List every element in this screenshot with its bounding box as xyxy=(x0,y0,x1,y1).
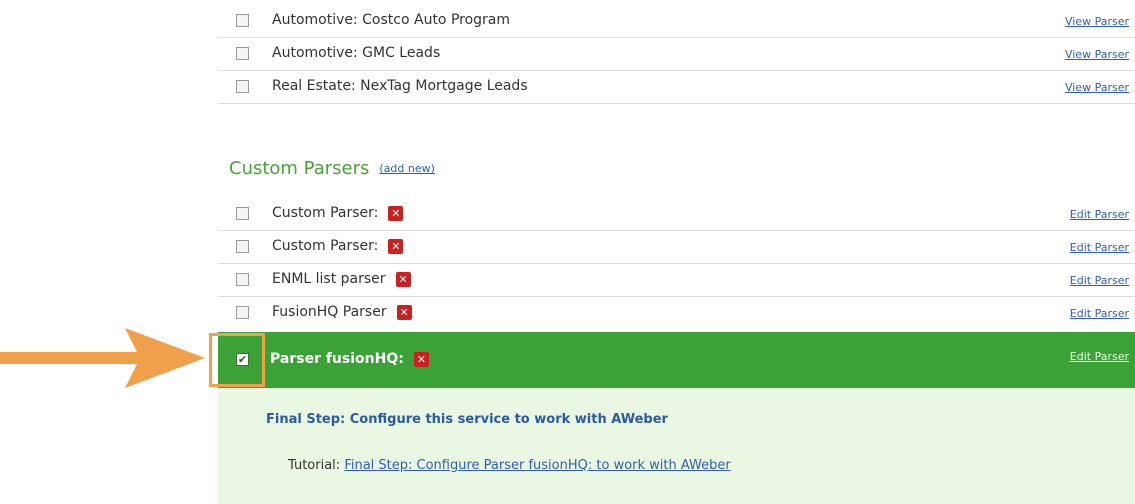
tutorial-label: Tutorial: xyxy=(288,458,341,473)
checkbox-highlight-box xyxy=(209,333,265,387)
selected-parser-row: ✔ Parser fusionHQ: ✕ Edit Parser xyxy=(218,332,1135,388)
parser-label: Automotive: GMC Leads xyxy=(272,45,441,61)
edit-parser-link[interactable]: Edit Parser xyxy=(1070,208,1129,221)
tutorial-link[interactable]: Final Step: Configure Parser fusionHQ: t… xyxy=(344,458,730,473)
parser-label: FusionHQ Parser xyxy=(272,304,387,320)
parser-label: Custom Parser: xyxy=(272,205,379,221)
parser-checkbox[interactable] xyxy=(236,80,249,93)
delete-x-icon[interactable]: ✕ xyxy=(395,271,411,287)
parser-row-gmc: Automotive: GMC Leads View Parser xyxy=(218,38,1135,71)
parser-checkbox[interactable] xyxy=(236,14,249,27)
parser-checkbox[interactable] xyxy=(236,240,249,253)
view-parser-link[interactable]: View Parser xyxy=(1065,81,1129,94)
custom-parser-row-3: ENML list parser ✕ Edit Parser xyxy=(218,264,1135,297)
parser-label: ENML list parser xyxy=(272,271,386,287)
delete-x-icon[interactable]: ✕ xyxy=(396,304,412,320)
delete-x-icon[interactable]: ✕ xyxy=(388,238,404,254)
final-step-heading: Final Step: Configure this service to wo… xyxy=(266,412,668,427)
parser-label-wrap: Custom Parser: ✕ xyxy=(272,205,404,221)
custom-parser-row-1: Custom Parser: ✕ Edit Parser xyxy=(218,198,1135,231)
parser-label-wrap: FusionHQ Parser ✕ xyxy=(272,304,412,320)
delete-x-icon[interactable]: ✕ xyxy=(413,351,429,367)
final-step-panel: Final Step: Configure this service to wo… xyxy=(218,388,1135,504)
parser-checkbox[interactable] xyxy=(236,306,249,319)
parser-label: Custom Parser: xyxy=(272,238,379,254)
delete-x-icon[interactable]: ✕ xyxy=(388,205,404,221)
parser-label: Parser fusionHQ: xyxy=(270,351,404,367)
parser-checkbox[interactable] xyxy=(236,207,249,220)
parser-checkbox[interactable] xyxy=(236,273,249,286)
add-new-parser-link[interactable]: (add new) xyxy=(379,162,435,175)
edit-parser-link[interactable]: Edit Parser xyxy=(1070,241,1129,254)
edit-parser-link[interactable]: Edit Parser xyxy=(1070,350,1129,363)
view-parser-link[interactable]: View Parser xyxy=(1065,48,1129,61)
tutorial-line: Tutorial: Final Step: Configure Parser f… xyxy=(288,458,731,473)
custom-parser-row-4: FusionHQ Parser ✕ Edit Parser xyxy=(218,297,1135,330)
parser-label-wrap: ENML list parser ✕ xyxy=(272,271,411,287)
edit-parser-link[interactable]: Edit Parser xyxy=(1070,307,1129,320)
custom-parsers-heading: Custom Parsers (add new) xyxy=(229,158,435,179)
custom-parser-row-2: Custom Parser: ✕ Edit Parser xyxy=(218,231,1135,264)
parser-label: Real Estate: NexTag Mortgage Leads xyxy=(272,78,528,94)
parser-label: Automotive: Costco Auto Program xyxy=(272,12,511,28)
section-title: Custom Parsers xyxy=(229,158,370,179)
parser-label-wrap: Custom Parser: ✕ xyxy=(272,238,404,254)
parser-row-costco: Automotive: Costco Auto Program View Par… xyxy=(218,5,1135,38)
parser-row-nextag: Real Estate: NexTag Mortgage Leads View … xyxy=(218,71,1135,104)
arrow-right-icon xyxy=(0,328,205,388)
parser-label-wrap: Parser fusionHQ: ✕ xyxy=(270,351,429,367)
edit-parser-link[interactable]: Edit Parser xyxy=(1070,274,1129,287)
parser-checkbox[interactable] xyxy=(236,47,249,60)
view-parser-link[interactable]: View Parser xyxy=(1065,15,1129,28)
